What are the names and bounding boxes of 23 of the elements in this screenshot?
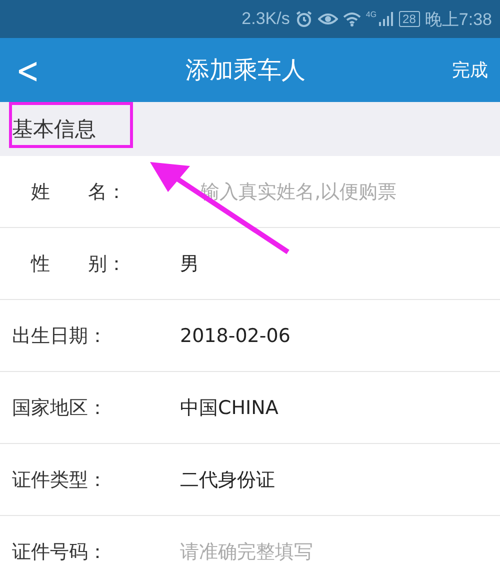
- eye-icon: [318, 11, 338, 27]
- field-label: 证件类型：: [12, 468, 108, 492]
- field-value: 中国CHINA: [180, 396, 280, 420]
- wifi-icon: [342, 11, 361, 27]
- field-label: 国家地区：: [12, 396, 108, 420]
- field-label: 证件号码：: [12, 540, 108, 564]
- input-field[interactable]: 请准确完整填写: [180, 540, 480, 562]
- signal-icon: [378, 11, 394, 27]
- field-value: 男: [180, 252, 200, 276]
- field-value: 2018-02-06: [180, 324, 292, 346]
- network-speed: 2.3K/s: [242, 9, 290, 29]
- field-value: 二代身份证: [180, 468, 276, 492]
- network-type: 4G: [366, 10, 377, 19]
- clock: 晚上7:38: [424, 8, 492, 30]
- page-title: 添加乘车人: [186, 55, 306, 86]
- section-title: 基本信息: [12, 116, 96, 143]
- done-button[interactable]: 完成: [452, 58, 488, 82]
- alarm-clock-icon: [294, 10, 313, 28]
- field-label: 出生日期：: [12, 324, 108, 348]
- battery-indicator: 28: [398, 11, 420, 27]
- field-label: 姓 名：: [30, 180, 127, 204]
- field-label: 性 别：: [30, 252, 127, 276]
- back-button[interactable]: <: [16, 48, 40, 92]
